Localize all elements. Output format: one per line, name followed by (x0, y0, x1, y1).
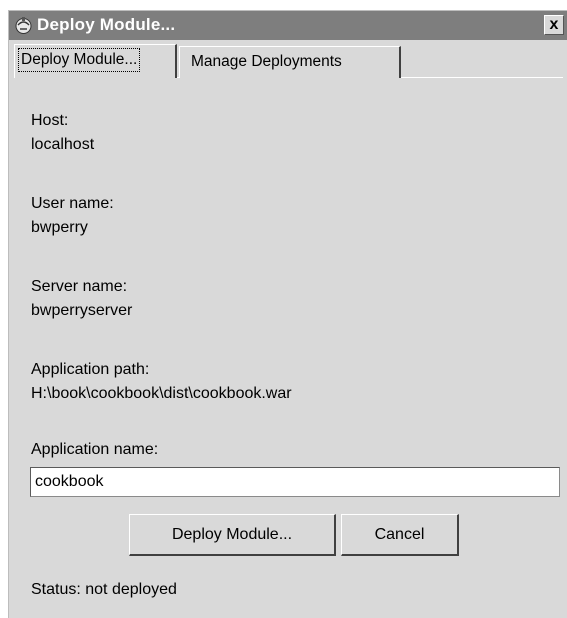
tab-manage-deployments[interactable]: Manage Deployments (179, 46, 401, 78)
deploy-module-dialog: Deploy Module... x Deploy Module... Mana… (8, 10, 567, 618)
status-text: Status: not deployed (31, 581, 177, 598)
server-name-label: Server name: (31, 278, 128, 295)
app-window-icon (15, 17, 32, 34)
application-path-value: H:\book\cookbook\dist\cookbook.war (31, 385, 292, 402)
host-value: localhost (31, 136, 95, 153)
application-name-field[interactable] (30, 467, 560, 497)
application-path-label: Application path: (31, 361, 150, 378)
user-name-value: bwperry (31, 219, 88, 236)
host-label: Host: (31, 112, 69, 129)
close-icon: x (549, 16, 559, 33)
tab-manage-deployments-label: Manage Deployments (191, 53, 342, 70)
cancel-button[interactable]: Cancel (341, 514, 459, 556)
deploy-module-button[interactable]: Deploy Module... (129, 514, 336, 556)
user-name-label: User name: (31, 195, 114, 212)
tab-deploy-module[interactable]: Deploy Module... (14, 44, 177, 78)
window-title: Deploy Module... (37, 15, 176, 34)
title-bar[interactable]: Deploy Module... x (9, 11, 567, 40)
tab-deploy-module-label: Deploy Module... (18, 48, 141, 72)
server-name-value: bwperryserver (31, 302, 133, 319)
application-name-label: Application name: (31, 441, 159, 458)
close-button[interactable]: x (544, 15, 564, 35)
